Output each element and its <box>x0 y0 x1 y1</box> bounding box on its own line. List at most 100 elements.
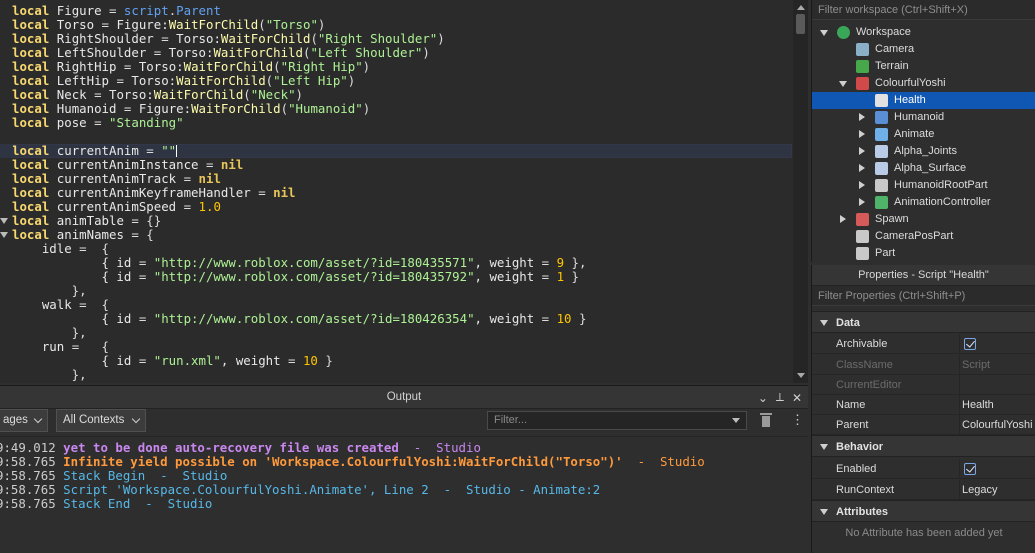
pin-icon[interactable]: ⟂ <box>776 390 784 405</box>
log-line[interactable]: 9:58.765 Stack Begin - Studio <box>0 469 705 483</box>
tree-item[interactable]: ColourfulYoshi <box>812 75 1035 92</box>
code-line[interactable]: local currentAnimKeyframeHandler = nil <box>0 186 792 200</box>
more-options-icon[interactable]: ⋮ <box>791 413 804 427</box>
tree-item[interactable]: Health <box>812 92 1035 109</box>
expand-arrow-icon[interactable] <box>840 215 846 223</box>
code-line[interactable]: local currentAnimInstance = nil <box>0 158 792 172</box>
code-line[interactable]: local Figure = script.Parent <box>0 4 792 18</box>
prop-archivable[interactable]: Archivable <box>812 334 1035 354</box>
code-line[interactable]: }, <box>0 368 792 382</box>
code-line[interactable]: local pose = "Standing" <box>0 116 792 130</box>
code-line[interactable]: run = { <box>0 340 792 354</box>
prop-name[interactable]: Name Health <box>812 395 1035 415</box>
section-behavior[interactable]: Behavior <box>812 435 1035 457</box>
code-line[interactable]: }, <box>0 284 792 298</box>
tree-item[interactable]: Alpha_Surface <box>812 160 1035 177</box>
section-attributes-label: Attributes <box>836 506 888 518</box>
prop-parent[interactable]: Parent ColourfulYoshi <box>812 415 1035 435</box>
code-line[interactable]: local RightShoulder = Torso:WaitForChild… <box>0 32 792 46</box>
tree-item[interactable]: Animate <box>812 126 1035 143</box>
tree-item[interactable]: CameraPosPart <box>812 228 1035 245</box>
code-line[interactable] <box>0 130 792 144</box>
log-line[interactable]: 9:58.765 Stack End - Studio <box>0 497 705 511</box>
code-line[interactable]: { id = "http://www.roblox.com/asset/?id=… <box>0 256 792 270</box>
code-line[interactable]: local LeftShoulder = Torso:WaitForChild(… <box>0 46 792 60</box>
message-type-dropdown[interactable]: ages <box>0 409 48 432</box>
prop-runcontext[interactable]: RunContext Legacy <box>812 480 1035 500</box>
code-line[interactable]: local RightHip = Torso:WaitForChild("Rig… <box>0 60 792 74</box>
close-icon[interactable]: ✕ <box>792 391 802 405</box>
collapse-icon[interactable] <box>820 509 828 515</box>
properties-filter-input[interactable]: Filter Properties (Ctrl+Shift+P) <box>812 286 1035 306</box>
expand-arrow-icon[interactable] <box>859 113 865 121</box>
prop-parent-value[interactable]: ColourfulYoshi <box>962 415 1035 435</box>
code-token: {} <box>138 213 162 228</box>
output-filter-input[interactable]: Filter... <box>487 411 747 430</box>
fold-arrow-icon[interactable] <box>0 232 8 238</box>
collapse-icon[interactable] <box>820 320 828 326</box>
tree-item[interactable]: Spawn <box>812 211 1035 228</box>
code-line[interactable]: local LeftHip = Torso:WaitForChild("Left… <box>0 74 792 88</box>
section-data[interactable]: Data <box>812 311 1035 333</box>
code-token: Figure: <box>109 17 169 32</box>
code-area[interactable]: local Figure = script.Parent local Torso … <box>0 4 792 382</box>
tree-item[interactable]: Part <box>812 245 1035 262</box>
code-line[interactable]: { id = "http://www.roblox.com/asset/?id=… <box>0 312 792 326</box>
log-line[interactable]: 9:58.765 Script 'Workspace.ColourfulYosh… <box>0 483 705 497</box>
scroll-up-icon[interactable] <box>797 5 805 10</box>
code-line[interactable]: { id = "run.xml", weight = 10 } <box>0 354 792 368</box>
code-line[interactable]: local animTable = {} <box>0 214 792 228</box>
editor-scrollbar[interactable] <box>793 0 808 383</box>
script-editor[interactable]: local Figure = script.Parent local Torso … <box>0 0 808 383</box>
scroll-down-icon[interactable] <box>797 373 805 378</box>
code-line[interactable]: walk = { <box>0 298 792 312</box>
code-line[interactable]: }, <box>0 326 792 340</box>
code-line[interactable]: idle = { <box>0 242 792 256</box>
tree-item[interactable]: Camera <box>812 41 1035 58</box>
prop-archivable-label: Archivable <box>836 338 888 350</box>
trash-icon[interactable] <box>760 413 772 427</box>
prop-runcontext-value[interactable]: Legacy <box>962 480 1035 500</box>
collapse-arrow-icon[interactable] <box>820 30 828 36</box>
prop-enabled[interactable]: Enabled <box>812 459 1035 479</box>
expand-arrow-icon[interactable] <box>859 130 865 138</box>
code-line[interactable]: local animNames = { <box>0 228 792 242</box>
collapse-icon[interactable] <box>820 444 828 450</box>
enabled-checkbox[interactable] <box>964 463 976 475</box>
archivable-checkbox[interactable] <box>964 338 976 350</box>
expand-arrow-icon[interactable] <box>859 147 865 155</box>
prop-runcontext-label: RunContext <box>836 484 895 496</box>
code-token: WaitForChild <box>168 17 259 32</box>
log-line[interactable]: 9:49.012 yet to be done auto-recovery fi… <box>0 441 705 455</box>
prop-name-value[interactable]: Health <box>962 395 1035 415</box>
tree-item[interactable]: HumanoidRootPart <box>812 177 1035 194</box>
code-line[interactable]: local Neck = Torso:WaitForChild("Neck") <box>0 88 792 102</box>
fold-arrow-icon[interactable] <box>0 218 8 224</box>
scrollbar-thumb[interactable] <box>796 14 805 34</box>
code-token: "Left Shoulder" <box>310 45 423 60</box>
tree-item-label: AnimationController <box>894 196 991 208</box>
context-dropdown[interactable]: All Contexts <box>56 409 146 432</box>
code-line[interactable]: local currentAnim = "" <box>0 144 792 158</box>
output-header: Output ⌄ ⟂ ✕ <box>0 386 808 409</box>
code-line[interactable]: local Torso = Figure:WaitForChild("Torso… <box>0 18 792 32</box>
expand-arrow-icon[interactable] <box>859 181 865 189</box>
tree-item[interactable]: Terrain <box>812 58 1035 75</box>
code-line[interactable]: local Humanoid = Figure:WaitForChild("Hu… <box>0 102 792 116</box>
tree-item[interactable]: Humanoid <box>812 109 1035 126</box>
tree-item[interactable]: Alpha_Joints <box>812 143 1035 160</box>
expand-arrow-icon[interactable] <box>859 164 865 172</box>
collapse-arrow-icon[interactable] <box>839 81 847 87</box>
filter-dropdown-icon[interactable] <box>732 418 740 423</box>
section-attributes[interactable]: Attributes <box>812 500 1035 522</box>
log-timestamp: 9:58.765 <box>0 454 56 469</box>
tree-item[interactable]: Workspace <box>812 24 1035 41</box>
log-line[interactable]: 9:58.765 Infinite yield possible on 'Wor… <box>0 455 705 469</box>
expand-arrow-icon[interactable] <box>859 198 865 206</box>
explorer-filter-input[interactable]: Filter workspace (Ctrl+Shift+X) <box>812 0 1035 20</box>
code-line[interactable]: local currentAnimSpeed = 1.0 <box>0 200 792 214</box>
tree-item[interactable]: AnimationController <box>812 194 1035 211</box>
code-line[interactable]: { id = "http://www.roblox.com/asset/?id=… <box>0 270 792 284</box>
code-line[interactable]: local currentAnimTrack = nil <box>0 172 792 186</box>
dropdown-chevron-icon[interactable]: ⌄ <box>758 391 768 405</box>
